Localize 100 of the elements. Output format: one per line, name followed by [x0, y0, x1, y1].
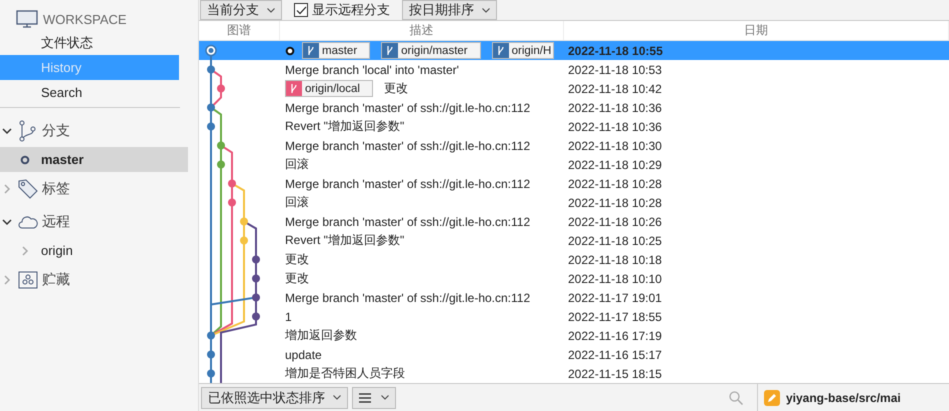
- commit-row[interactable]: 更改 2022-11-18 10:10: [199, 269, 949, 288]
- caret-icon: [381, 395, 389, 400]
- commit-message: 回滚: [285, 194, 309, 211]
- commit-node[interactable]: [207, 350, 215, 358]
- sort-dropdown[interactable]: 按日期排序: [402, 0, 497, 20]
- commit-message: 1: [285, 310, 292, 324]
- section-label[interactable]: 远程: [42, 212, 70, 230]
- commit-node[interactable]: [228, 198, 236, 206]
- commit-date: 2022-11-18 10:10: [567, 272, 662, 286]
- commit-node[interactable]: [252, 312, 260, 320]
- sidebar-item[interactable]: master: [41, 152, 84, 167]
- sidebar-item[interactable]: origin: [41, 243, 73, 258]
- sidebar-item[interactable]: Search: [0, 80, 179, 105]
- commit-row[interactable]: Revert "增加返回参数" 2022-11-18 10:36: [199, 117, 949, 136]
- commit-node[interactable]: [252, 274, 260, 282]
- monitor-icon: [16, 10, 38, 28]
- commit-date: 2022-11-17 19:01: [567, 291, 662, 305]
- commit-node[interactable]: [252, 294, 260, 302]
- sort-status-dropdown[interactable]: 已依照选中状态排序: [201, 386, 348, 408]
- commit-row[interactable]: origin/local 更改 2022-11-18 10:42: [199, 79, 949, 98]
- column-header[interactable]: 日期: [564, 21, 949, 40]
- commit-node[interactable]: [207, 104, 215, 112]
- commit-date: 2022-11-16 15:17: [567, 348, 662, 362]
- caret-icon: [267, 8, 275, 12]
- column-header[interactable]: 图谱: [199, 21, 280, 40]
- commit-row[interactable]: Merge branch 'master' of ssh://git.le-ho.cn:112 2022-11-18 10:36: [199, 98, 949, 117]
- branch-tag[interactable]: origin/master: [381, 42, 481, 59]
- branch-tag[interactable]: origin/H: [492, 42, 554, 59]
- commit-row[interactable]: Merge branch 'master' of ssh://git.le-ho.cn:112 2022-11-18 10:26: [199, 212, 949, 231]
- section-label[interactable]: 标签: [42, 180, 70, 198]
- commit-node[interactable]: [207, 370, 215, 378]
- commit-message: 增加返回参数: [285, 327, 357, 344]
- commit-row[interactable]: update 2022-11-16 15:17: [199, 345, 949, 364]
- commit-row[interactable]: Merge branch 'local' into 'master' 2022-11-18 10:53: [199, 60, 949, 79]
- commit-row[interactable]: master origin/master origin/H 2022-11-18 10:55: [199, 41, 949, 60]
- commit-message: 回滚: [285, 156, 309, 173]
- commit-date: 2022-11-15 18:15: [567, 367, 662, 381]
- commit-message: update: [285, 348, 322, 362]
- commit-date: 2022-11-18 10:36: [567, 101, 662, 115]
- commit-row[interactable]: 1 2022-11-17 18:55: [199, 307, 949, 326]
- commit-node[interactable]: [228, 180, 236, 188]
- commit-date: 2022-11-18 10:29: [567, 158, 662, 172]
- commit-node[interactable]: [205, 44, 217, 56]
- commit-message: 增加是否特困人员字段: [285, 365, 405, 382]
- commit-date: 2022-11-18 10:25: [567, 234, 662, 248]
- commit-row[interactable]: Merge branch 'master' of ssh://git.le-ho.cn:112 2022-11-18 10:28: [199, 174, 949, 193]
- commit-row[interactable]: 更改 2022-11-18 10:18: [199, 250, 949, 269]
- checkbox-label: 显示远程分支: [312, 1, 390, 19]
- commit-message: Revert "增加返回参数": [285, 118, 404, 135]
- commit-row[interactable]: Merge branch 'master' of ssh://git.le-ho.cn:112 2022-11-17 19:01: [199, 288, 949, 307]
- commit-node[interactable]: [240, 218, 248, 226]
- branch-tag[interactable]: origin/local: [285, 80, 373, 97]
- commit-row[interactable]: 增加返回参数 2022-11-16 17:19: [199, 326, 949, 345]
- commit-date: 2022-11-18 10:18: [567, 253, 662, 267]
- commit-date: 2022-11-18 10:28: [567, 177, 662, 191]
- commit-node[interactable]: [252, 256, 260, 264]
- workspace-title: WORKSPACE: [43, 12, 127, 26]
- branch-filter-dropdown[interactable]: 当前分支: [200, 0, 282, 20]
- branch-icon: [18, 120, 38, 142]
- commit-node[interactable]: [207, 66, 215, 74]
- column-header[interactable]: 描述: [280, 21, 564, 40]
- checkbox[interactable]: [294, 3, 308, 17]
- chevron-down-icon[interactable]: [2, 126, 12, 136]
- commit-node[interactable]: [240, 236, 248, 244]
- commit-date: 2022-11-16 17:19: [567, 329, 662, 343]
- cloud-icon: [18, 214, 38, 228]
- section-label[interactable]: 贮藏: [42, 270, 70, 288]
- commit-message: 更改: [285, 270, 309, 287]
- commit-message: Merge branch 'master' of ssh://git.le-ho.cn:112: [285, 176, 530, 190]
- stash-icon: [18, 270, 38, 288]
- tag-icon: [18, 178, 38, 198]
- commit-date: 2022-11-18 10:36: [567, 120, 662, 134]
- commit-date: 2022-11-18 10:28: [567, 196, 662, 210]
- commit-message: 更改: [384, 80, 408, 97]
- commit-row[interactable]: 回滚 2022-11-18 10:29: [199, 155, 949, 174]
- commit-row[interactable]: Revert "增加返回参数" 2022-11-18 10:25: [199, 231, 949, 250]
- commit-node[interactable]: [207, 332, 215, 340]
- commit-node[interactable]: [207, 122, 215, 130]
- commit-message: Merge branch 'master' of ssh://git.le-ho.cn:112: [285, 214, 530, 228]
- branch-tag[interactable]: master: [302, 42, 370, 59]
- commit-row[interactable]: Merge branch 'master' of ssh://git.le-ho.cn:112 2022-11-18 10:30: [199, 136, 949, 155]
- commit-row[interactable]: 回滚 2022-11-18 10:28: [199, 193, 949, 212]
- commit-date: 2022-11-18 10:55: [567, 44, 663, 58]
- chevron-down-icon[interactable]: [2, 216, 12, 226]
- sidebar-item[interactable]: 文件状态: [0, 30, 179, 55]
- commit-node[interactable]: [217, 142, 225, 150]
- commit-message: Merge branch 'master' of ssh://git.le-ho.cn:112: [285, 138, 530, 152]
- commit-date: 2022-11-18 10:53: [567, 63, 662, 77]
- section-label[interactable]: 分支: [42, 122, 70, 140]
- commit-date: 2022-11-18 10:26: [567, 215, 662, 229]
- commit-node[interactable]: [217, 160, 225, 168]
- list-icon: [359, 392, 371, 402]
- caret-icon: [482, 8, 490, 12]
- view-menu-button[interactable]: [352, 386, 396, 408]
- commit-date: 2022-11-18 10:30: [567, 139, 662, 153]
- commit-message: Merge branch 'local' into 'master': [285, 62, 459, 76]
- caret-icon: [333, 395, 341, 400]
- commit-node[interactable]: [217, 84, 225, 92]
- commit-row[interactable]: 增加是否特困人员字段 2022-11-15 18:15: [199, 364, 949, 383]
- commit-message: Merge branch 'master' of ssh://git.le-ho.cn:112: [285, 100, 530, 114]
